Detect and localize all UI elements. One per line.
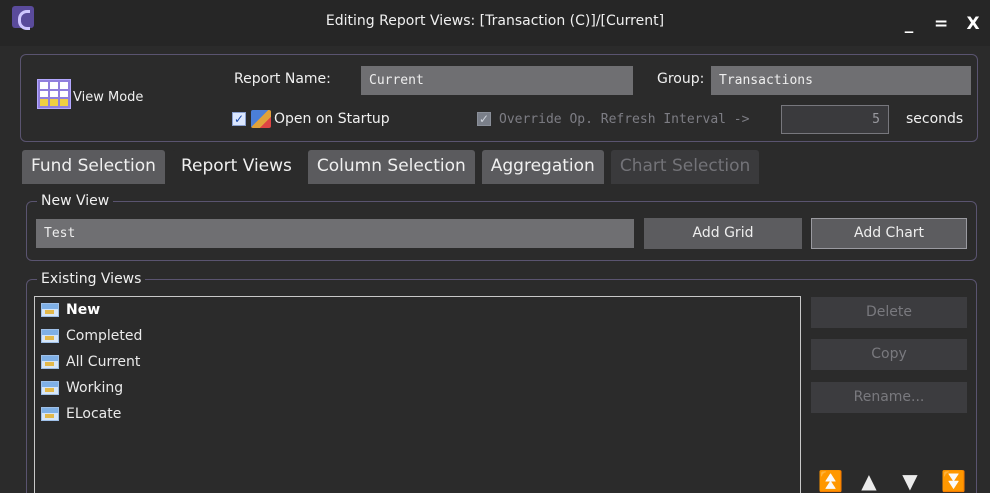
tab-aggregation[interactable]: Aggregation (481, 150, 604, 184)
list-item-label: All Current (66, 354, 141, 370)
delete-button[interactable]: Delete (811, 297, 967, 328)
copy-button[interactable]: Copy (811, 339, 967, 370)
seconds-label: seconds (906, 111, 964, 127)
list-item[interactable]: All Current (35, 349, 800, 375)
report-name-input[interactable] (361, 66, 633, 95)
view-icon (41, 381, 59, 395)
new-view-title: New View (37, 193, 114, 209)
list-item[interactable]: New (35, 297, 800, 323)
list-item-label: Working (66, 380, 124, 396)
view-icon (41, 303, 59, 317)
tab-report-views[interactable]: Report Views (171, 150, 301, 184)
move-top-icon[interactable]: ⏫ (818, 471, 843, 491)
group-label: Group: (657, 71, 705, 87)
list-item-label: New (66, 302, 101, 318)
view-mode-label: View Mode (73, 90, 144, 105)
tab-fund-selection[interactable]: Fund Selection (22, 150, 165, 184)
view-icon (41, 329, 59, 343)
move-down-icon[interactable]: ▼ (900, 471, 920, 491)
view-icon (41, 355, 59, 369)
window-title: Editing Report Views: [Transaction (C)]/… (325, 13, 665, 29)
existing-views-title: Existing Views (37, 271, 146, 287)
view-mode-grid-icon[interactable] (37, 79, 71, 109)
rename-button[interactable]: Rename... (811, 382, 967, 413)
report-name-label: Report Name: (234, 71, 331, 87)
move-up-icon[interactable]: ▲ (859, 471, 879, 491)
title-bar: Editing Report Views: [Transaction (C)]/… (0, 0, 990, 46)
list-item[interactable]: ELocate (35, 401, 800, 427)
move-bottom-icon[interactable]: ⏬ (941, 471, 966, 491)
add-chart-button[interactable]: Add Chart (811, 218, 967, 249)
list-item[interactable]: Working (35, 375, 800, 401)
maximize-button[interactable]: = (934, 14, 948, 34)
tab-strip: Fund Selection Report Views Column Selec… (22, 150, 760, 184)
group-input[interactable] (711, 66, 971, 95)
list-item[interactable]: Completed (35, 323, 800, 349)
view-icon (41, 407, 59, 421)
list-item-label: ELocate (66, 406, 122, 422)
add-grid-button[interactable]: Add Grid (644, 218, 802, 249)
open-on-startup-checkbox[interactable]: ✓ (232, 112, 246, 126)
refresh-interval-input[interactable]: 5 (781, 105, 889, 134)
close-button[interactable]: X (966, 14, 980, 34)
tab-chart-selection[interactable]: Chart Selection (610, 150, 760, 184)
override-refresh-checkbox[interactable]: ✓ (477, 112, 491, 126)
open-on-startup-label: Open on Startup (274, 111, 390, 127)
minimize-button[interactable]: _ (902, 14, 916, 34)
new-view-group: New View Add Grid Add Chart (26, 193, 977, 261)
report-header-panel: View Mode Report Name: Group: ✓ Open on … (20, 54, 978, 142)
override-refresh-label: Override Op. Refresh Interval -> (499, 112, 750, 127)
startup-map-icon (251, 110, 271, 128)
existing-views-list[interactable]: New Completed All Current Working ELocat… (34, 296, 801, 493)
reorder-controls: ⏫ ▲ ▼ ⏬ (818, 471, 966, 491)
tab-column-selection[interactable]: Column Selection (307, 150, 475, 184)
new-view-name-input[interactable] (36, 219, 634, 248)
window-controls: _ = X (902, 14, 980, 34)
list-item-label: Completed (66, 328, 143, 344)
